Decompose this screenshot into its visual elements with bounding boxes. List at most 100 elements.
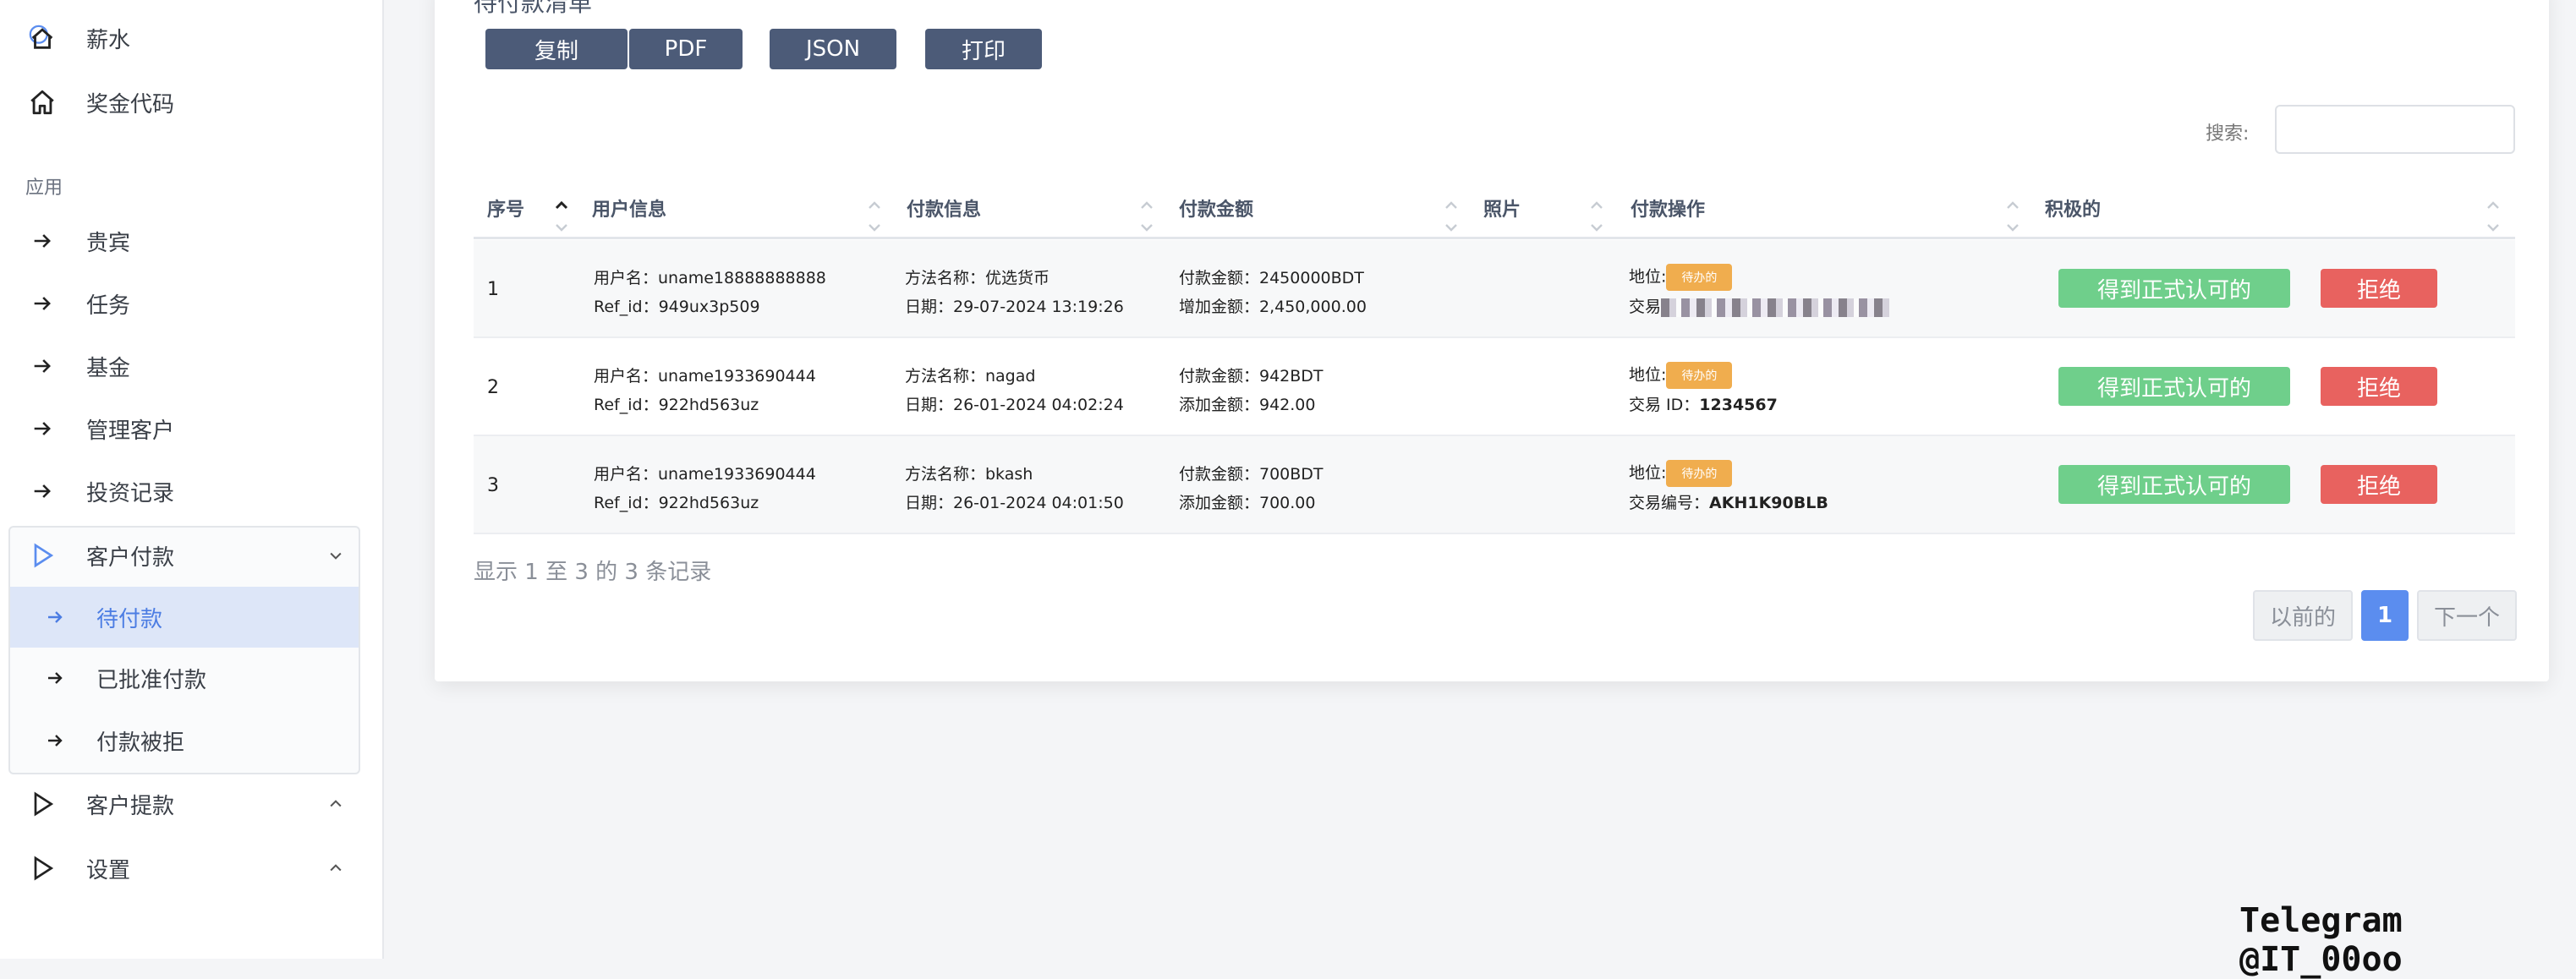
column-header-photo[interactable]: 照片 xyxy=(1483,194,1521,222)
watermark: Telegram @IT_00oo xyxy=(2239,901,2403,979)
approve-button[interactable]: 得到正式认可的 xyxy=(2058,465,2290,504)
sidebar-item-manage-customers[interactable]: 管理客户 xyxy=(0,397,372,460)
status-label: 地位: xyxy=(1629,463,1667,483)
table-header-divider xyxy=(474,237,2515,239)
sort-icon xyxy=(1141,201,1153,232)
print-button[interactable]: 打印 xyxy=(925,29,1042,69)
pdf-button[interactable]: PDF xyxy=(629,29,743,69)
sidebar-subitem-pending-payment[interactable]: 待付款 xyxy=(10,587,359,648)
sidebar-item-investment-records[interactable]: 投资记录 xyxy=(0,460,372,522)
arrow-right-icon xyxy=(27,476,58,506)
sidebar-subitem-label: 待付款 xyxy=(96,606,163,632)
reject-button[interactable]: 拒绝 xyxy=(2321,465,2437,504)
sidebar-item-label: 基金 xyxy=(86,355,131,381)
sidebar-item-label: 薪水 xyxy=(86,27,131,53)
play-icon xyxy=(27,540,58,571)
sidebar-section-label: 应用 xyxy=(25,178,63,199)
row-status: 地位: 待办的 xyxy=(1629,362,1733,389)
status-badge: 待办的 xyxy=(1666,460,1733,487)
row-transaction: 交易编号：AKH1K90BLB xyxy=(1629,490,1828,513)
row-username: 用户名：uname1933690444 xyxy=(594,367,816,386)
row-added-amount: 添加金额：942.00 xyxy=(1179,396,1316,414)
row-transaction: 交易 xyxy=(1629,294,1890,317)
row-amount: 付款金额：942BDT xyxy=(1179,367,1324,386)
sidebar-item-bonus-code[interactable]: 奖金代码 xyxy=(0,71,372,134)
row-index: 3 xyxy=(487,475,499,496)
row-method: 方法名称：bkash xyxy=(905,465,1033,484)
row-ref-id: Ref_id：949ux3p509 xyxy=(594,298,760,316)
sidebar-item-tasks[interactable]: 任务 xyxy=(0,272,372,335)
copy-button[interactable]: 复制 xyxy=(485,29,628,69)
next-page-button[interactable]: 下一个 xyxy=(2417,590,2517,641)
approve-button[interactable]: 得到正式认可的 xyxy=(2058,269,2290,308)
row-status: 地位: 待办的 xyxy=(1629,264,1733,291)
row-username: 用户名：uname1933690444 xyxy=(594,465,816,484)
arrow-right-icon xyxy=(27,413,58,444)
status-badge: 待办的 xyxy=(1666,264,1733,291)
sidebar-item-label: 管理客户 xyxy=(86,418,175,444)
home-icon xyxy=(27,87,58,118)
sidebar-item-label: 任务 xyxy=(86,293,131,319)
sidebar-item-label: 设置 xyxy=(86,857,131,883)
sidebar-subitem-label: 已批准付款 xyxy=(96,667,207,693)
row-method: 方法名称：优选货币 xyxy=(905,269,1050,287)
column-header-active[interactable]: 积极的 xyxy=(2045,194,2101,222)
row-date: 日期：29-07-2024 13:19:26 xyxy=(905,298,1124,316)
row-added-amount: 添加金额：700.00 xyxy=(1179,494,1316,512)
prev-page-button[interactable]: 以前的 xyxy=(2253,590,2353,641)
sort-asc-icon xyxy=(555,200,568,232)
sidebar: 薪水 奖金代码 应用 贵宾 任务 基金 管理客户 投资记录 客户付款 待付款 已… xyxy=(0,0,384,959)
page-1-button[interactable]: 1 xyxy=(2361,590,2409,641)
play-icon xyxy=(27,789,58,819)
reject-button[interactable]: 拒绝 xyxy=(2321,367,2437,406)
transaction-label: 交易 ID： xyxy=(1629,396,1700,414)
status-label: 地位: xyxy=(1629,365,1667,385)
row-method: 方法名称：nagad xyxy=(905,367,1036,386)
status-label: 地位: xyxy=(1629,267,1667,287)
column-header-user-info[interactable]: 用户信息 xyxy=(592,194,666,222)
chevron-down-icon xyxy=(325,544,347,566)
column-header-payment-info[interactable]: 付款信息 xyxy=(907,194,981,222)
status-badge: 待办的 xyxy=(1666,362,1733,389)
arrow-right-icon xyxy=(27,288,58,319)
redacted-transaction-id xyxy=(1661,298,1890,317)
row-status: 地位: 待办的 xyxy=(1629,460,1733,487)
play-icon xyxy=(27,853,58,883)
row-ref-id: Ref_id：922hd563uz xyxy=(594,396,759,414)
json-button[interactable]: JSON xyxy=(770,29,896,69)
row-amount: 付款金额：2450000BDT xyxy=(1179,269,1364,287)
transaction-label: 交易 xyxy=(1629,298,1662,316)
row-date: 日期：26-01-2024 04:01:50 xyxy=(905,494,1124,512)
arrow-right-icon xyxy=(42,604,68,630)
sidebar-item-label: 奖金代码 xyxy=(86,91,175,118)
sidebar-subitem-label: 付款被拒 xyxy=(96,730,185,756)
row-username: 用户名：uname18888888888 xyxy=(594,269,826,287)
arrow-right-icon xyxy=(27,226,58,256)
arrow-right-icon xyxy=(42,728,68,753)
sidebar-item-settings[interactable]: 设置 xyxy=(0,837,372,900)
approve-button[interactable]: 得到正式认可的 xyxy=(2058,367,2290,406)
sort-icon xyxy=(869,201,880,232)
sidebar-subitem-approved-payment[interactable]: 已批准付款 xyxy=(10,648,359,708)
sidebar-item-salary[interactable]: 薪水 xyxy=(0,7,372,69)
sidebar-subitem-rejected-payment[interactable]: 付款被拒 xyxy=(10,710,359,771)
row-ref-id: Ref_id：922hd563uz xyxy=(594,494,759,512)
reject-button[interactable]: 拒绝 xyxy=(2321,269,2437,308)
row-added-amount: 增加金额：2,450,000.00 xyxy=(1179,298,1367,316)
arrow-right-icon xyxy=(42,665,68,691)
sidebar-item-vip[interactable]: 贵宾 xyxy=(0,210,372,272)
table-info: 显示 1 至 3 的 3 条记录 xyxy=(474,560,712,585)
page-title: 待付款清单 xyxy=(474,0,593,17)
sort-icon xyxy=(1591,201,1603,232)
row-index: 1 xyxy=(487,279,499,300)
sidebar-item-fund[interactable]: 基金 xyxy=(0,335,372,397)
sidebar-item-customer-withdraw[interactable]: 客户提款 xyxy=(0,773,372,835)
search-input[interactable] xyxy=(2275,105,2515,154)
sort-icon xyxy=(2487,201,2499,232)
sidebar-item-label: 投资记录 xyxy=(86,480,175,506)
column-header-index[interactable]: 序号 xyxy=(487,194,524,222)
column-header-payment-amount[interactable]: 付款金额 xyxy=(1179,194,1253,222)
sidebar-item-customer-payment[interactable]: 客户付款 xyxy=(0,524,372,587)
column-header-payment-action[interactable]: 付款操作 xyxy=(1631,194,1705,222)
transaction-id: AKH1K90BLB xyxy=(1709,494,1828,512)
